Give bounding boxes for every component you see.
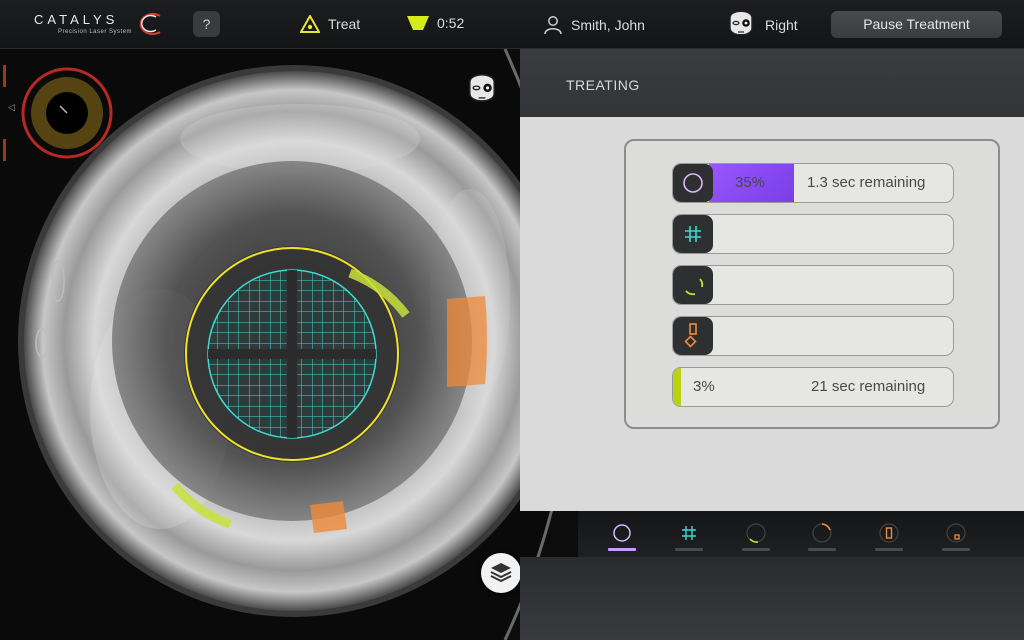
nav-indicator — [742, 548, 770, 551]
nav-circle-port[interactable] — [942, 521, 970, 551]
eye-video-view[interactable]: ◁ — [0, 49, 600, 640]
bottom-panel — [520, 557, 1024, 640]
nav-indicator — [875, 548, 903, 551]
logo-swoosh-icon — [139, 12, 161, 36]
logo-subtitle: Precision Laser System — [58, 29, 133, 35]
funnel-timer-icon — [407, 16, 429, 30]
logo-text: CATALYS — [34, 12, 119, 27]
arc-incision-icon — [685, 278, 704, 296]
face-eye-icon — [729, 10, 753, 36]
top-bar: CATALYS Precision Laser System ? Treat 0… — [0, 0, 1024, 49]
step-nav-bar — [578, 511, 1024, 557]
catalys-logo: CATALYS Precision Laser System — [34, 12, 164, 38]
step-lens-fragmentation — [672, 214, 954, 254]
step-side-ports — [672, 316, 954, 356]
treatment-steps-box: 35% 1.3 sec remaining 3% 21 sec remainin… — [624, 139, 1000, 429]
step-icon-grid — [673, 215, 713, 253]
eye-label: Right — [765, 17, 798, 33]
grid-icon — [682, 526, 696, 540]
step-arc-incisions — [672, 265, 954, 305]
total-progress-row: 3% 21 sec remaining — [672, 367, 954, 407]
patient-indicator: Smith, John — [543, 15, 645, 35]
step-capsulotomy: 35% 1.3 sec remaining — [672, 163, 954, 203]
arc-dotted-icon — [812, 523, 832, 543]
nav-indicator — [675, 548, 703, 551]
layers-icon — [490, 563, 512, 583]
side-indicator-top — [3, 65, 6, 87]
circle-port-icon — [946, 523, 966, 543]
timer-value: 0:52 — [437, 15, 465, 31]
nav-capsulotomy[interactable] — [608, 521, 636, 551]
step-icon-capsulotomy — [673, 164, 713, 202]
mode-indicator: Treat — [300, 15, 360, 33]
nav-indicator — [942, 548, 970, 551]
step-icon-arc — [673, 266, 713, 304]
gauge-marker-icon: ◁ — [8, 102, 15, 112]
eye-view-toggle[interactable] — [463, 69, 501, 107]
nav-arc[interactable] — [742, 521, 770, 551]
treatment-panel: TREATING 35% 1.3 sec remaining 3% 21 sec… — [520, 49, 1024, 640]
side-port-icon — [879, 523, 899, 543]
total-remaining: 21 sec remaining — [811, 378, 926, 395]
person-icon — [544, 16, 562, 35]
patient-name: Smith, John — [571, 17, 645, 33]
side-indicator-bottom — [3, 139, 6, 161]
step-percent: 35% — [735, 174, 766, 191]
nav-grid[interactable] — [675, 521, 703, 551]
timer-indicator: 0:52 — [407, 15, 464, 31]
total-percent: 3% — [693, 378, 715, 395]
eye-indicator: Right — [725, 6, 798, 42]
circle-icon — [683, 173, 703, 193]
treating-header: TREATING — [520, 49, 1024, 117]
nav-indicator-active — [608, 548, 636, 551]
circle-icon — [613, 524, 631, 542]
total-progress-fill — [673, 368, 681, 406]
pause-treatment-button[interactable]: Pause Treatment — [831, 11, 1002, 38]
docking-gauge-icon — [21, 67, 113, 159]
nav-side-port[interactable] — [875, 521, 903, 551]
nav-indicator — [808, 548, 836, 551]
mode-label: Treat — [328, 16, 361, 32]
step-icon-port — [673, 317, 713, 355]
grid-icon — [685, 226, 701, 242]
help-button[interactable]: ? — [193, 11, 220, 37]
side-port-icon — [684, 323, 697, 348]
layers-button[interactable] — [481, 553, 521, 593]
face-eye-icon — [469, 74, 495, 102]
treatment-content: 35% 1.3 sec remaining 3% 21 sec remainin… — [520, 117, 1024, 511]
arc-incision-icon — [746, 523, 766, 543]
nav-arc-dotted[interactable] — [808, 521, 836, 551]
treating-title: TREATING — [566, 77, 640, 93]
step-remaining: 1.3 sec remaining — [807, 174, 926, 191]
warning-triangle-icon — [300, 15, 320, 33]
